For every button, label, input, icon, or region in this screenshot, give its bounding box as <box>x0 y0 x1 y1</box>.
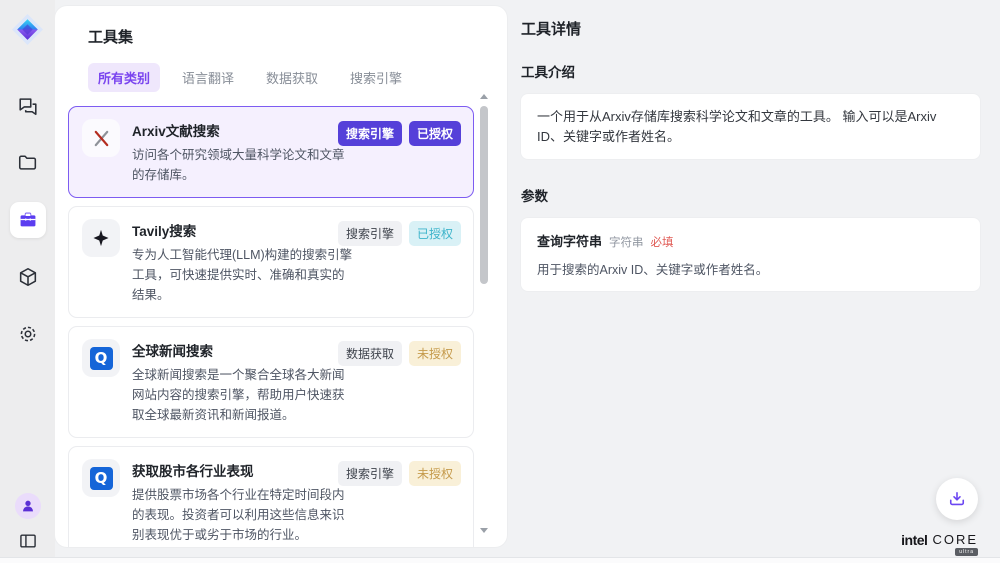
toolbox-icon <box>17 209 39 231</box>
category-badge: 搜索引擎 <box>338 121 402 146</box>
tool-card-arxiv[interactable]: Arxiv文献搜索 访问各个研究领域大量科学论文和文章的存储库。 搜索引擎 已授… <box>68 106 474 198</box>
auth-status-badge: 已授权 <box>409 221 461 246</box>
left-icon-rail <box>0 0 55 563</box>
tab-all-categories[interactable]: 所有类别 <box>88 63 160 92</box>
intel-ultra-badge: ultra <box>955 548 978 556</box>
user-avatar[interactable] <box>15 493 41 519</box>
app-logo-icon <box>11 13 44 46</box>
intro-box: 一个用于从Arxiv存储库搜索科学论文和文章的工具。 输入可以是Arxiv ID… <box>521 94 980 159</box>
category-badge: 搜索引擎 <box>338 461 402 486</box>
tool-card-title: Tavily搜索 <box>132 219 326 240</box>
download-icon <box>947 489 967 509</box>
tool-card-list: Arxiv文献搜索 访问各个研究领域大量科学论文和文章的存储库。 搜索引擎 已授… <box>55 104 491 547</box>
details-title: 工具详情 <box>521 18 980 39</box>
tool-card-desc: 访问各个研究领域大量科学论文和文章的存储库。 <box>132 145 356 185</box>
tool-card-tavily[interactable]: Tavily搜索 专为人工智能代理(LLM)构建的搜索引擎工具，可快速提供实时、… <box>68 206 474 318</box>
toolset-panel: 工具集 所有类别 语言翻译 数据获取 搜索引擎 Arxiv文献搜索 访问各个研究… <box>55 6 507 547</box>
intro-text: 一个用于从Arxiv存储库搜索科学论文和文章的工具。 输入可以是Arxiv ID… <box>537 107 964 146</box>
arxiv-icon <box>82 119 120 157</box>
tavily-star-icon <box>82 219 120 257</box>
category-tabs: 所有类别 语言翻译 数据获取 搜索引擎 <box>55 47 507 104</box>
param-type: 字符串 <box>609 234 644 250</box>
news-service-icon: Q <box>82 339 120 377</box>
news-service-icon: Q <box>82 459 120 497</box>
panel-toggle-button[interactable] <box>18 531 38 551</box>
tool-card-global-news[interactable]: Q 全球新闻搜索 全球新闻搜索是一个聚合全球各大新闻网站内容的搜索引擎，帮助用户… <box>68 326 474 438</box>
auth-status-badge: 未授权 <box>409 341 461 366</box>
auth-status-badge: 已授权 <box>409 121 461 146</box>
panel-toggle-icon <box>18 531 38 551</box>
window-bottom-edge <box>0 557 1000 563</box>
sidebar-item-plugins[interactable] <box>10 259 46 295</box>
gear-icon <box>17 323 39 345</box>
folder-icon <box>17 152 39 174</box>
sidebar-item-files[interactable] <box>10 145 46 181</box>
tool-card-desc: 专为人工智能代理(LLM)构建的搜索引擎工具，可快速提供实时、准确和真实的结果。 <box>132 245 356 305</box>
scrollbar-thumb[interactable] <box>480 106 488 284</box>
cube-icon <box>17 266 39 288</box>
param-box: 查询字符串 字符串 必填 用于搜索的Arxiv ID、关键字或作者姓名。 <box>521 218 980 291</box>
tool-details-panel: 工具详情 工具介绍 一个用于从Arxiv存储库搜索科学论文和文章的工具。 输入可… <box>507 0 1000 563</box>
avatar-icon <box>20 498 36 514</box>
intel-core-logo: intel core ultra <box>901 532 978 548</box>
scroll-down-icon[interactable] <box>480 528 488 533</box>
category-badge: 数据获取 <box>338 341 402 366</box>
category-badge: 搜索引擎 <box>338 221 402 246</box>
sidebar-item-chat[interactable] <box>10 88 46 124</box>
tool-card-title: Arxiv文献搜索 <box>132 119 326 140</box>
intel-core-text: core <box>932 532 978 547</box>
tool-card-desc: 提供股票市场各个行业在特定时间段内的表现。投资者可以利用这些信息来识别表现优于或… <box>132 485 356 545</box>
download-button[interactable] <box>936 478 978 520</box>
tool-card-title: 获取股市各行业表现 <box>132 459 326 480</box>
intro-heading: 工具介绍 <box>521 61 980 81</box>
chat-icon <box>17 95 39 117</box>
tab-data-fetch[interactable]: 数据获取 <box>256 63 328 92</box>
tab-search-engine[interactable]: 搜索引擎 <box>340 63 412 92</box>
sidebar-item-settings[interactable] <box>10 316 46 352</box>
sidebar-item-tools[interactable] <box>10 202 46 238</box>
list-scrollbar[interactable] <box>479 90 489 537</box>
toolset-title: 工具集 <box>55 6 507 47</box>
tool-card-title: 全球新闻搜索 <box>132 339 326 360</box>
intel-brand-text: intel <box>901 532 927 548</box>
param-desc: 用于搜索的Arxiv ID、关键字或作者姓名。 <box>537 259 964 278</box>
param-name: 查询字符串 <box>537 231 602 250</box>
scroll-up-icon[interactable] <box>480 94 488 99</box>
param-required-flag: 必填 <box>651 234 674 250</box>
auth-status-badge: 未授权 <box>409 461 461 486</box>
params-heading: 参数 <box>521 185 980 205</box>
tab-language-translation[interactable]: 语言翻译 <box>172 63 244 92</box>
tool-card-desc: 全球新闻搜索是一个聚合全球各大新闻网站内容的搜索引擎，帮助用户快速获取全球最新资… <box>132 365 356 425</box>
tool-card-sector-performance[interactable]: Q 获取股市各行业表现 提供股票市场各个行业在特定时间段内的表现。投资者可以利用… <box>68 446 474 547</box>
